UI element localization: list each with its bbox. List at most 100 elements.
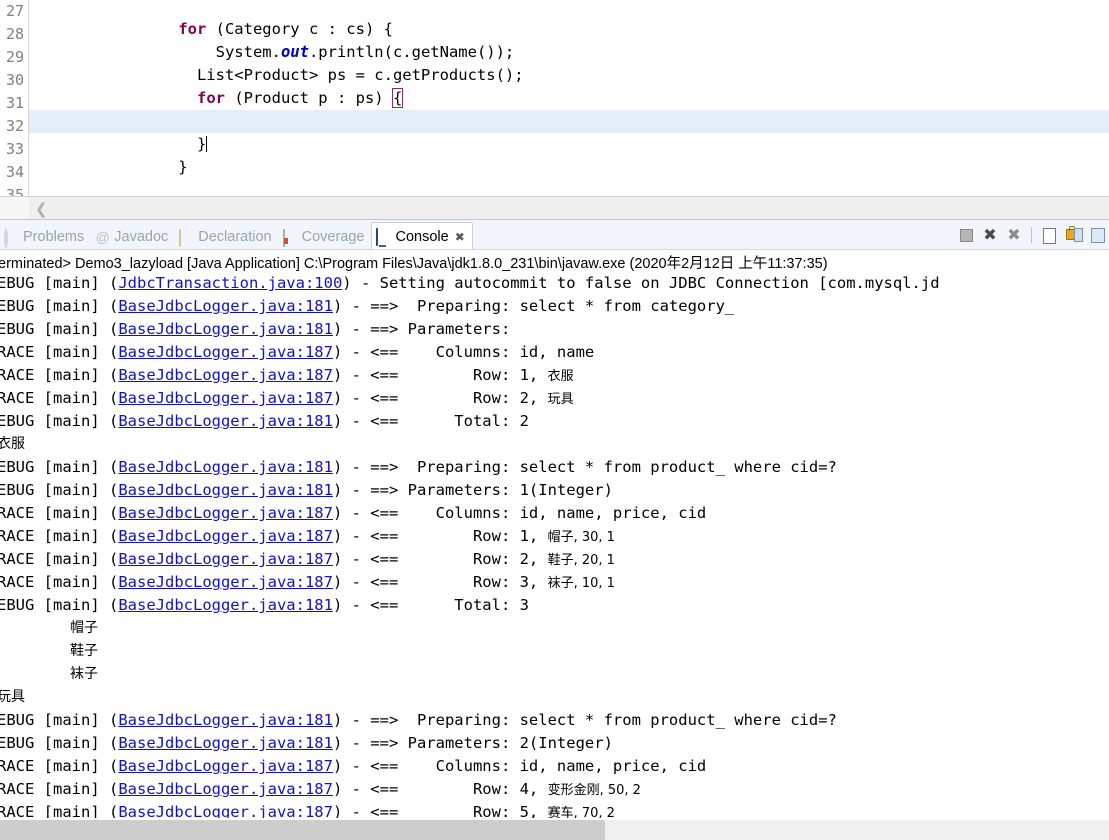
console-log-line: RACE [main] (BaseJdbcLogger.java:187) - … bbox=[0, 801, 615, 818]
remove-launch-button[interactable]: ✖ bbox=[980, 225, 1000, 245]
line-number: 27 bbox=[5, 2, 24, 20]
cjk-text: 袜子, 10, 1 bbox=[547, 576, 615, 591]
console-view[interactable]: terminated> Demo3_lazyload [Java Applica… bbox=[0, 249, 1109, 818]
tab-declaration[interactable]: Declaration bbox=[175, 224, 278, 250]
source-link[interactable]: BaseJdbcLogger.java:181 bbox=[118, 458, 333, 476]
cjk-text: 赛车, 70, 2 bbox=[547, 806, 615, 818]
source-link[interactable]: BaseJdbcLogger.java:181 bbox=[118, 734, 333, 752]
log-message: ) - ==> Parameters: 2(Integer) bbox=[332, 734, 613, 752]
console-log-line: RACE [main] (BaseJdbcLogger.java:187) - … bbox=[0, 778, 641, 801]
close-icon[interactable]: ✖ bbox=[455, 230, 465, 244]
log-message: ) - <== Total: 3 bbox=[332, 596, 529, 614]
scrollbar-thumb[interactable] bbox=[0, 820, 605, 840]
tab-label: Coverage bbox=[301, 229, 365, 245]
log-message: ) - <== Row: 1, 帽子, 30, 1 bbox=[332, 527, 615, 545]
log-level-thread: RACE [main] ( bbox=[0, 757, 119, 775]
log-level-thread: RACE [main] ( bbox=[0, 550, 119, 568]
log-level-thread: EBUG [main] ( bbox=[0, 412, 119, 430]
log-level-thread: RACE [main] ( bbox=[0, 780, 119, 798]
source-link[interactable]: BaseJdbcLogger.java:181 bbox=[118, 297, 333, 315]
log-level-thread: EBUG [main] ( bbox=[0, 711, 119, 729]
log-message: ) - ==> Preparing: select * from product… bbox=[332, 711, 837, 729]
source-link[interactable]: BaseJdbcLogger.java:181 bbox=[118, 711, 333, 729]
source-link[interactable]: BaseJdbcLogger.java:187 bbox=[118, 780, 333, 798]
source-link[interactable]: BaseJdbcLogger.java:187 bbox=[118, 366, 333, 384]
log-message: ) - ==> Parameters: 1(Integer) bbox=[332, 481, 613, 499]
problems-icon bbox=[4, 227, 19, 248]
log-level-thread: RACE [main] ( bbox=[0, 504, 119, 522]
java-editor[interactable]: 27 28 29 30 31 32 33 34 35 for (Category… bbox=[0, 0, 1109, 196]
console-log-line: EBUG [main] (BaseJdbcLogger.java:181) - … bbox=[0, 410, 529, 433]
source-link[interactable]: BaseJdbcLogger.java:187 bbox=[118, 527, 333, 545]
console-log-line: EBUG [main] (BaseJdbcLogger.java:181) - … bbox=[0, 456, 837, 479]
log-message: ) - <== Columns: id, name, price, cid bbox=[332, 504, 707, 522]
clear-console-button[interactable] bbox=[1039, 225, 1059, 245]
tab-label: Console bbox=[395, 228, 449, 245]
code-line-27: for (Category c : cs) { bbox=[29, 0, 1109, 38]
console-log-line: RACE [main] (BaseJdbcLogger.java:187) - … bbox=[0, 525, 615, 548]
code-line-28: System.out.println(c.getName()); bbox=[29, 18, 1109, 61]
tab-label: Javadoc bbox=[114, 229, 169, 245]
source-link[interactable]: BaseJdbcLogger.java:187 bbox=[118, 757, 333, 775]
log-level-thread: RACE [main] ( bbox=[0, 366, 119, 384]
code-line-31: System.out.println("\t"+p.getName()); bbox=[29, 87, 1109, 130]
log-level-thread: EBUG [main] ( bbox=[0, 481, 119, 499]
source-link[interactable]: BaseJdbcLogger.java:187 bbox=[118, 343, 333, 361]
line-number: 34 bbox=[5, 163, 24, 181]
log-message: ) - <== Row: 1, 衣服 bbox=[332, 366, 574, 384]
console-stdout-line: 帽子 bbox=[70, 620, 98, 636]
source-link[interactable]: BaseJdbcLogger.java:181 bbox=[118, 412, 333, 430]
tab-label: Declaration bbox=[198, 229, 272, 245]
cjk-text: 帽子, 30, 1 bbox=[547, 530, 615, 545]
tab-list: Problems @ Javadoc Declaration Coverage … bbox=[0, 220, 473, 250]
eclipse-window: 27 28 29 30 31 32 33 34 35 for (Category… bbox=[0, 0, 1109, 840]
source-link[interactable]: BaseJdbcLogger.java:187 bbox=[118, 550, 333, 568]
source-link[interactable]: BaseJdbcLogger.java:181 bbox=[118, 320, 333, 338]
console-log-line: RACE [main] (BaseJdbcLogger.java:187) - … bbox=[0, 502, 706, 525]
tab-console[interactable]: Console ✖ bbox=[371, 222, 473, 250]
source-link[interactable]: BaseJdbcLogger.java:187 bbox=[118, 504, 333, 522]
log-message: ) - <== Columns: id, name bbox=[332, 343, 595, 361]
cjk-text: 衣服 bbox=[547, 369, 574, 384]
source-link[interactable]: BaseJdbcLogger.java:187 bbox=[118, 389, 333, 407]
log-level-thread: EBUG [main] ( bbox=[0, 734, 119, 752]
console-log-line: EBUG [main] (BaseJdbcLogger.java:181) - … bbox=[0, 479, 613, 502]
tab-problems[interactable]: Problems bbox=[0, 224, 91, 250]
source-link[interactable]: BaseJdbcLogger.java:181 bbox=[118, 481, 333, 499]
chevron-left-icon[interactable]: ❮ bbox=[35, 200, 48, 218]
line-number: 33 bbox=[5, 140, 24, 158]
code-area[interactable]: for (Category c : cs) { System.out.print… bbox=[29, 0, 1109, 196]
source-link[interactable]: BaseJdbcLogger.java:187 bbox=[118, 803, 333, 818]
log-level-thread: EBUG [main] ( bbox=[0, 458, 119, 476]
remove-all-terminated-button[interactable]: ✖ bbox=[1004, 225, 1024, 245]
pin-console-button[interactable] bbox=[1087, 225, 1107, 245]
scroll-lock-button[interactable] bbox=[1063, 225, 1083, 245]
code-line-35: session.commit(); bbox=[29, 179, 1109, 196]
close-x-icon: ✖ bbox=[983, 225, 997, 244]
log-message: ) - <== Total: 2 bbox=[332, 412, 529, 430]
log-message: ) - <== Row: 5, 赛车, 70, 2 bbox=[333, 803, 615, 818]
line-number: 31 bbox=[5, 94, 24, 112]
editor-horizontal-scrollbar[interactable]: ❮ bbox=[29, 196, 1109, 219]
tab-javadoc[interactable]: @ Javadoc bbox=[91, 224, 175, 250]
line-number: 35 bbox=[5, 186, 24, 196]
line-number-gutter: 27 28 29 30 31 32 33 34 35 bbox=[0, 0, 29, 196]
toolbar-separator bbox=[1031, 227, 1032, 243]
console-log-line: RACE [main] (BaseJdbcLogger.java:187) - … bbox=[0, 548, 615, 571]
console-stdout-line: 玩具 bbox=[0, 689, 25, 705]
tab-coverage[interactable]: Coverage bbox=[279, 224, 372, 250]
source-link[interactable]: BaseJdbcLogger.java:187 bbox=[118, 573, 333, 591]
line-number: 28 bbox=[5, 25, 24, 43]
console-log-line: RACE [main] (BaseJdbcLogger.java:187) - … bbox=[0, 341, 594, 364]
source-link[interactable]: BaseJdbcLogger.java:181 bbox=[118, 596, 333, 614]
source-link[interactable]: JdbcTransaction.java:100 bbox=[118, 274, 342, 292]
log-level-thread: RACE [main] ( bbox=[0, 343, 119, 361]
console-toolbar: ✖ ✖ bbox=[956, 223, 1107, 247]
cjk-text: 玩具 bbox=[547, 392, 574, 407]
log-level-thread: EBUG [main] ( bbox=[0, 274, 119, 292]
console-horizontal-scrollbar[interactable] bbox=[0, 820, 1109, 840]
terminate-button[interactable] bbox=[956, 225, 976, 245]
code-line-30: for (Product p : ps) { bbox=[29, 64, 1109, 108]
console-log-line: EBUG [main] (BaseJdbcLogger.java:181) - … bbox=[0, 709, 837, 732]
log-level-thread: EBUG [main] ( bbox=[0, 596, 119, 614]
